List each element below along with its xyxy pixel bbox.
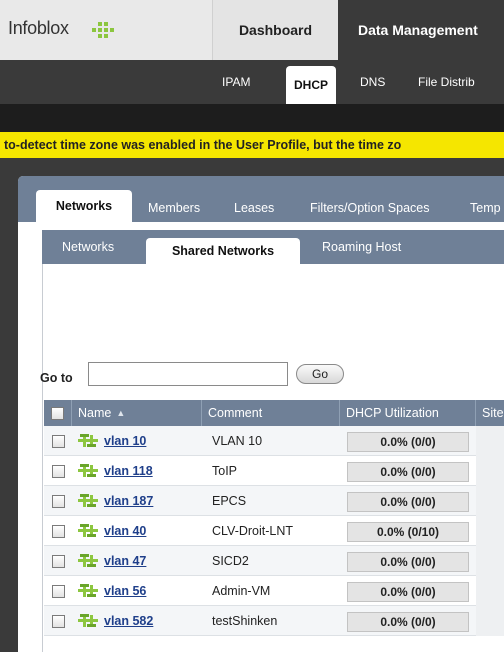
network-name-link[interactable]: vlan 40 xyxy=(104,524,146,538)
comment-cell: Admin-VM xyxy=(212,584,271,598)
name-cell: vlan 47 xyxy=(78,546,202,576)
subtab-shared-networks[interactable]: Shared Networks xyxy=(146,238,300,264)
name-cell: vlan 118 xyxy=(78,456,202,486)
name-cell: vlan 582 xyxy=(78,606,202,636)
site-cell xyxy=(476,606,504,636)
network-name-link[interactable]: vlan 118 xyxy=(104,464,153,478)
header-dhcp-utilization[interactable]: DHCP Utilization xyxy=(340,400,476,426)
row-select xyxy=(44,606,72,636)
subnav-ipam[interactable]: IPAM xyxy=(222,60,250,104)
table-row[interactable]: vlan 47 SICD2 0.0% (0/0) xyxy=(44,546,504,576)
subtab-networks[interactable]: Networks xyxy=(62,230,114,264)
network-name-link[interactable]: vlan 47 xyxy=(104,554,146,568)
site-cell xyxy=(476,486,504,516)
network-name-link[interactable]: vlan 582 xyxy=(104,614,153,628)
comment-cell: testShinken xyxy=(212,614,278,628)
table-body: vlan 10 VLAN 10 0.0% (0/0) vlan 118 ToIP 0.0%… xyxy=(44,426,504,636)
site-cell xyxy=(476,426,504,456)
header-name[interactable]: Name ▲ xyxy=(72,400,202,426)
shared-networks-table: Name ▲ Comment DHCP Utilization Site vla… xyxy=(44,400,504,636)
table-row[interactable]: vlan 187 EPCS 0.0% (0/0) xyxy=(44,486,504,516)
shared-network-icon xyxy=(78,554,98,567)
timezone-warning-banner: to-detect time zone was enabled in the U… xyxy=(0,132,504,158)
network-name-link[interactable]: vlan 56 xyxy=(104,584,146,598)
row-select xyxy=(44,546,72,576)
row-checkbox[interactable] xyxy=(51,494,65,508)
row-select xyxy=(44,576,72,606)
name-cell: vlan 56 xyxy=(78,576,202,606)
row-checkbox[interactable] xyxy=(51,614,65,628)
row-select xyxy=(44,456,72,486)
shared-network-icon xyxy=(78,494,98,507)
logo-mark-icon xyxy=(92,22,114,38)
name-cell: vlan 40 xyxy=(78,516,202,546)
table-row[interactable]: vlan 582 testShinken 0.0% (0/0) xyxy=(44,606,504,636)
dhcp-utilization-value: 0.0% (0/0) xyxy=(347,552,469,572)
dhcp-utilization-value: 0.0% (0/0) xyxy=(347,462,469,482)
comment-cell: SICD2 xyxy=(212,554,249,568)
shared-network-icon xyxy=(78,524,98,537)
table-row[interactable]: vlan 10 VLAN 10 0.0% (0/0) xyxy=(44,426,504,456)
table-row[interactable]: vlan 40 CLV-Droit-LNT 0.0% (0/10) xyxy=(44,516,504,546)
tab-members[interactable]: Members xyxy=(148,194,200,222)
tab-dashboard[interactable]: Dashboard xyxy=(212,0,338,60)
network-name-link[interactable]: vlan 187 xyxy=(104,494,153,508)
table-header: Name ▲ Comment DHCP Utilization Site xyxy=(44,400,504,426)
shared-network-icon xyxy=(78,434,98,447)
name-cell: vlan 10 xyxy=(78,426,202,456)
select-all-checkbox[interactable] xyxy=(51,406,64,420)
dhcp-utilization-value: 0.0% (0/0) xyxy=(347,432,469,452)
row-checkbox[interactable] xyxy=(51,464,65,478)
comment-cell: CLV-Droit-LNT xyxy=(212,524,294,538)
dhcp-utilization-value: 0.0% (0/0) xyxy=(347,582,469,602)
comment-cell: VLAN 10 xyxy=(212,434,263,448)
site-cell xyxy=(476,516,504,546)
tab-leases[interactable]: Leases xyxy=(234,194,274,222)
goto-label: Go to xyxy=(40,371,73,385)
comment-cell: ToIP xyxy=(212,464,238,478)
tab-filters-option-spaces[interactable]: Filters/Option Spaces xyxy=(310,194,430,222)
row-checkbox[interactable] xyxy=(51,584,65,598)
shared-network-icon xyxy=(78,584,98,597)
dhcp-utilization-value: 0.0% (0/10) xyxy=(347,522,469,542)
header-site[interactable]: Site xyxy=(476,400,504,426)
table-row[interactable]: vlan 56 Admin-VM 0.0% (0/0) xyxy=(44,576,504,606)
sub-nav: IPAM DHCP DNS File Distrib xyxy=(0,60,504,104)
header-name-label: Name xyxy=(78,406,112,420)
row-select xyxy=(44,516,72,546)
site-cell xyxy=(476,546,504,576)
row-select xyxy=(44,426,72,456)
dhcp-utilization-value: 0.0% (0/0) xyxy=(347,492,469,512)
subtab-roaming-hosts[interactable]: Roaming Host xyxy=(322,230,401,264)
tab-networks[interactable]: Networks xyxy=(36,190,132,222)
subnav-dns[interactable]: DNS xyxy=(360,60,385,104)
sort-ascending-icon: ▲ xyxy=(116,408,126,418)
app-logo[interactable]: Infoblox xyxy=(8,18,69,39)
shared-network-icon xyxy=(78,614,98,627)
subnav-dhcp[interactable]: DHCP xyxy=(286,66,336,104)
network-name-link[interactable]: vlan 10 xyxy=(104,434,146,448)
subnav-file-distribution[interactable]: File Distrib xyxy=(418,60,475,104)
row-checkbox[interactable] xyxy=(51,434,65,448)
site-cell xyxy=(476,576,504,606)
header-comment[interactable]: Comment xyxy=(202,400,340,426)
header-select-all xyxy=(44,400,72,426)
site-cell xyxy=(476,456,504,486)
row-checkbox[interactable] xyxy=(51,524,65,538)
go-button[interactable]: Go xyxy=(296,364,344,384)
row-checkbox[interactable] xyxy=(51,554,65,568)
top-bar: Infoblox Dashboard Data Management xyxy=(0,0,504,60)
toolbar-strip xyxy=(0,104,504,132)
dhcp-utilization-value: 0.0% (0/0) xyxy=(347,612,469,632)
row-select xyxy=(44,486,72,516)
goto-input[interactable] xyxy=(88,362,288,386)
shared-network-icon xyxy=(78,464,98,477)
table-row[interactable]: vlan 118 ToIP 0.0% (0/0) xyxy=(44,456,504,486)
name-cell: vlan 187 xyxy=(78,486,202,516)
tab-data-management[interactable]: Data Management xyxy=(338,0,504,60)
comment-cell: EPCS xyxy=(212,494,247,508)
tab-templates[interactable]: Temp xyxy=(470,194,501,222)
